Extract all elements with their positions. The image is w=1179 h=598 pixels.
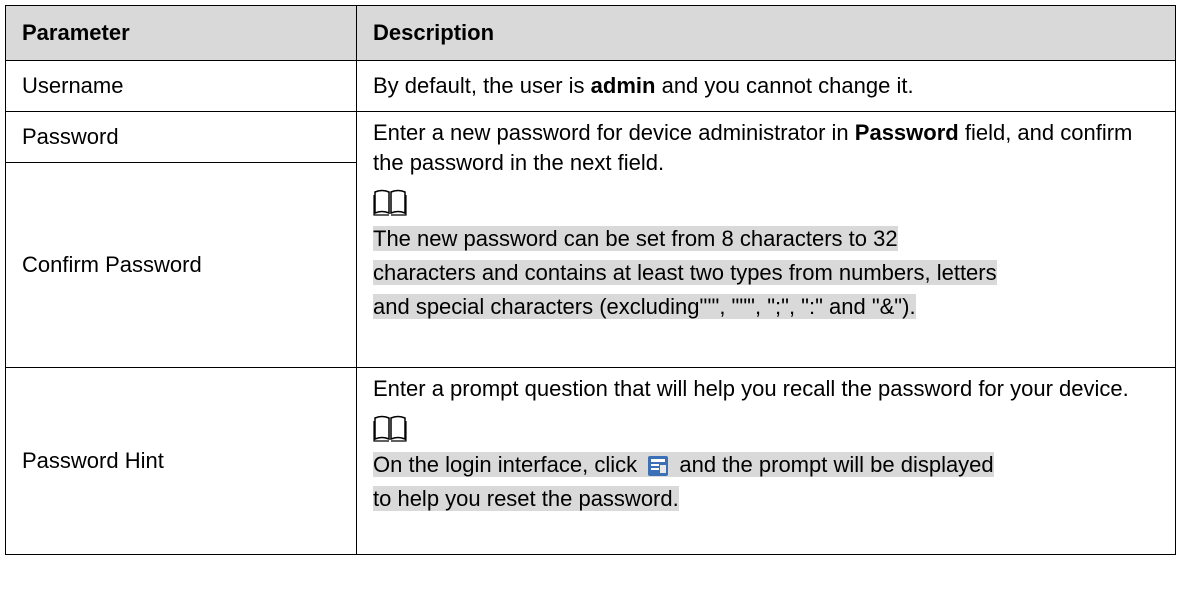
note-text: and the prompt will be displayed xyxy=(673,452,994,477)
desc-text: Enter a prompt question that will help y… xyxy=(373,376,1129,401)
prompt-icon xyxy=(648,456,669,477)
book-icon xyxy=(373,189,407,216)
desc-text: By default, the user is xyxy=(373,73,591,98)
desc-text: and you cannot change it. xyxy=(655,73,914,98)
param-password-hint: Password Hint xyxy=(5,367,357,555)
header-parameter: Parameter xyxy=(5,5,357,61)
table-header-row: Parameter Description xyxy=(5,5,1176,61)
book-icon xyxy=(373,415,407,442)
param-username: Username xyxy=(5,60,357,112)
note-line: The new password can be set from 8 chara… xyxy=(373,226,898,251)
parameter-table: Parameter Description Username By defaul… xyxy=(5,5,1176,555)
note-line: and special characters (excluding"'", ""… xyxy=(373,294,916,319)
desc-username: By default, the user is admin and you ca… xyxy=(356,60,1176,112)
param-password: Password xyxy=(5,111,357,163)
desc-password-hint: Enter a prompt question that will help y… xyxy=(356,367,1176,555)
header-description: Description xyxy=(356,5,1176,61)
table-row: Username By default, the user is admin a… xyxy=(5,60,1176,112)
note-text: to help you reset the password. xyxy=(373,486,679,511)
table-row: Password Hint Enter a prompt question th… xyxy=(5,367,1176,555)
note-text: On the login interface, click xyxy=(373,452,644,477)
desc-password: Enter a new password for device administ… xyxy=(356,111,1176,368)
note-line: characters and contains at least two typ… xyxy=(373,260,997,285)
table-row: Password Enter a new password for device… xyxy=(5,111,1176,368)
desc-bold: Password xyxy=(854,120,959,145)
desc-text: Enter a new password for device administ… xyxy=(373,120,855,145)
desc-bold: admin xyxy=(590,73,656,98)
param-confirm-password: Confirm Password xyxy=(5,162,357,368)
